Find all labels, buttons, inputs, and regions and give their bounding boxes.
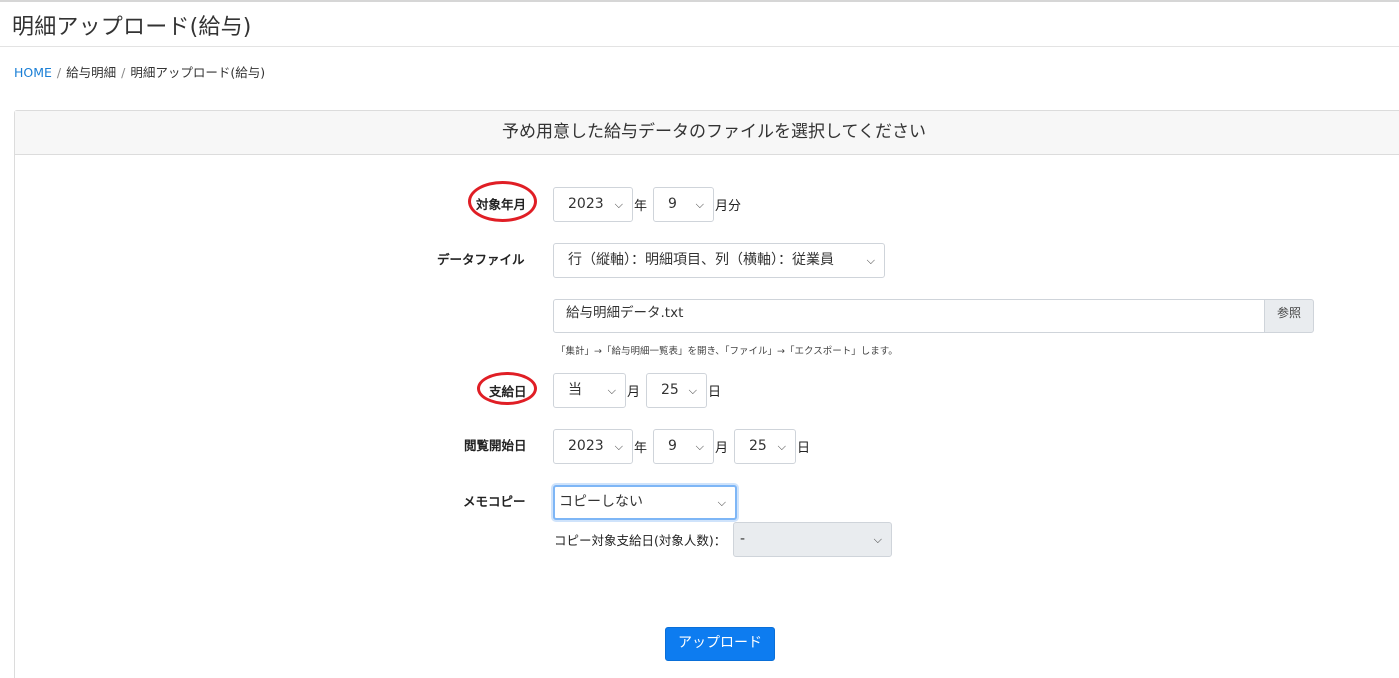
chevron-down-icon: ⌵ <box>777 440 786 453</box>
memo-copy-select[interactable]: コピーしない ⌵ <box>553 485 737 520</box>
chevron-down-icon: ⌵ <box>866 254 875 267</box>
pay-month-unit: 月 <box>627 385 641 400</box>
copy-target-value: - <box>740 531 746 547</box>
breadcrumb-home-link[interactable]: HOME <box>14 65 52 80</box>
copy-target-label: コピー対象支給日(対象人数)： <box>554 533 727 548</box>
view-start-month-unit: 月 <box>715 441 729 456</box>
chevron-down-icon: ⌵ <box>688 384 697 397</box>
copy-target-select[interactable]: - ⌵ <box>733 522 892 557</box>
header-divider <box>0 46 1399 47</box>
breadcrumb-current: 明細アップロード(給与) <box>130 65 266 80</box>
breadcrumb-separator: / <box>121 65 126 80</box>
pay-day-select[interactable]: 25 ⌵ <box>646 373 707 408</box>
top-border <box>0 0 1399 2</box>
page-title: 明細アップロード(給与) <box>12 15 252 40</box>
file-name-field[interactable]: 給与明細データ.txt <box>553 299 1265 333</box>
breadcrumb: HOME / 給与明細 / 明細アップロード(給与) <box>14 62 265 81</box>
view-start-day-value: 25 <box>749 438 767 454</box>
chevron-down-icon: ⌵ <box>614 440 623 453</box>
pay-day-unit: 日 <box>708 385 722 400</box>
chevron-down-icon: ⌵ <box>695 440 704 453</box>
target-year-select[interactable]: 2023 ⌵ <box>553 187 633 222</box>
view-start-day-select[interactable]: 25 ⌵ <box>734 429 796 464</box>
view-start-label: 閲覧開始日 <box>464 438 527 453</box>
chevron-down-icon: ⌵ <box>695 198 704 211</box>
data-layout-value: 行（縦軸）：明細項目、列（横軸）：従業員 <box>568 252 834 268</box>
view-start-year-value: 2023 <box>568 438 604 454</box>
browse-button[interactable]: 参照 <box>1264 299 1314 333</box>
target-month-value: 9 <box>668 196 677 212</box>
view-start-month-value: 9 <box>668 438 677 454</box>
view-start-year-unit: 年 <box>634 441 648 456</box>
breadcrumb-separator: / <box>56 65 62 80</box>
chevron-down-icon: ⌵ <box>614 198 623 211</box>
upload-button[interactable]: アップロード <box>665 627 775 661</box>
year-unit: 年 <box>634 199 648 214</box>
view-start-year-select[interactable]: 2023 ⌵ <box>553 429 633 464</box>
card-header: 予め用意した給与データのファイルを選択してください <box>15 111 1399 155</box>
memo-copy-label: メモコピー <box>463 494 526 509</box>
target-year-value: 2023 <box>568 196 604 212</box>
chevron-down-icon: ⌵ <box>873 533 882 546</box>
target-month-select[interactable]: 9 ⌵ <box>653 187 714 222</box>
file-hint-text: 「集計」→「給与明細一覧表」を開き、「ファイル」→「エクスポート」します。 <box>556 346 898 357</box>
data-file-label: データファイル <box>437 252 525 267</box>
view-start-day-unit: 日 <box>797 441 811 456</box>
data-layout-select[interactable]: 行（縦軸）：明細項目、列（横軸）：従業員 ⌵ <box>553 243 885 278</box>
chevron-down-icon: ⌵ <box>607 384 616 397</box>
month-unit: 月分 <box>715 199 742 214</box>
pay-day-value: 25 <box>661 382 679 398</box>
chevron-down-icon: ⌵ <box>717 496 726 509</box>
pay-month-select[interactable]: 当 ⌵ <box>553 373 626 408</box>
breadcrumb-payslip[interactable]: 給与明細 <box>66 65 116 80</box>
pay-day-label: 支給日 <box>489 384 527 399</box>
view-start-month-select[interactable]: 9 ⌵ <box>653 429 714 464</box>
memo-copy-value: コピーしない <box>559 494 643 510</box>
pay-month-value: 当 <box>568 382 582 398</box>
target-month-label: 対象年月 <box>476 197 527 212</box>
